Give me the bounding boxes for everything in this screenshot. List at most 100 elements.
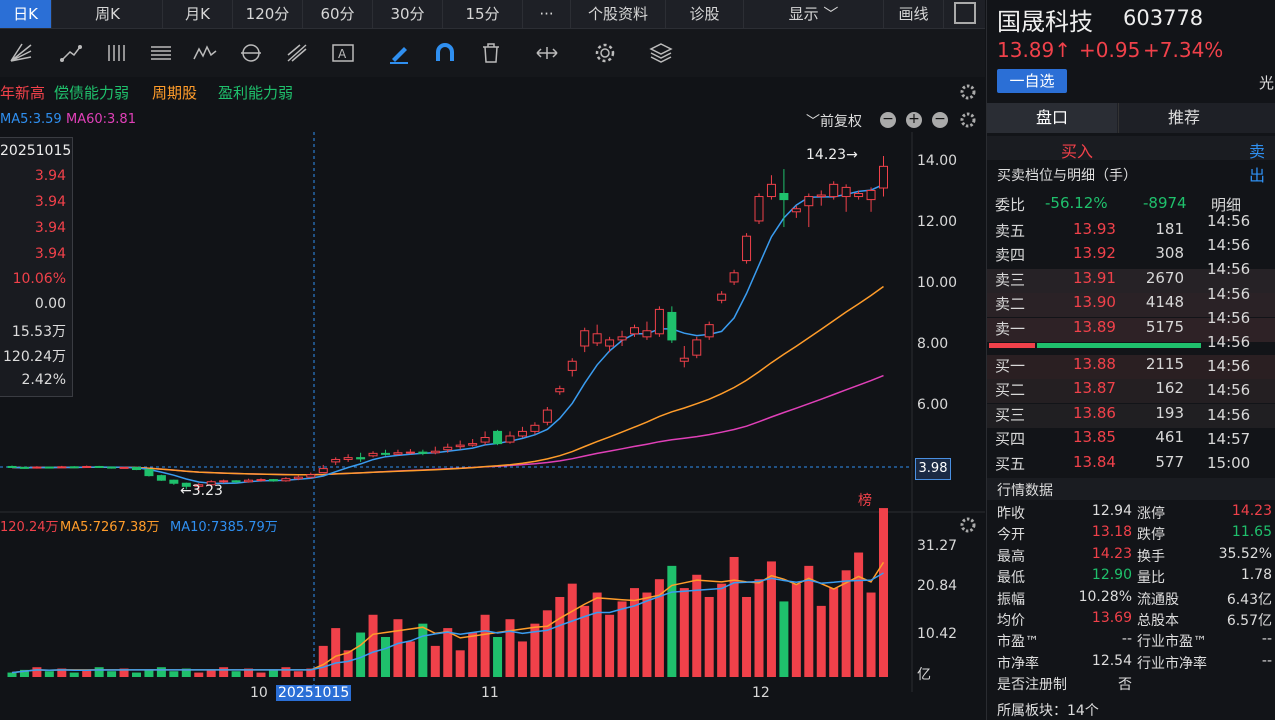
candle-body bbox=[82, 465, 92, 468]
tag-new-high[interactable]: 年新高 bbox=[0, 82, 45, 103]
fan-lines-icon[interactable] bbox=[8, 41, 34, 65]
timeframe-tab-1[interactable]: 周K bbox=[53, 0, 163, 28]
tag-cyclical[interactable]: 周期股 bbox=[152, 82, 197, 103]
market-data-header: 行情数据 bbox=[987, 478, 1275, 500]
wave-icon[interactable] bbox=[192, 41, 218, 65]
text-tool-icon[interactable]: A bbox=[330, 41, 356, 65]
market-field-label: 总股本 bbox=[1137, 613, 1179, 629]
volume-bar bbox=[7, 672, 17, 677]
tag-solvency[interactable]: 偿债能力弱 bbox=[54, 82, 129, 103]
tab-recommend[interactable]: 推荐 bbox=[1118, 103, 1249, 133]
trash-icon[interactable] bbox=[478, 41, 504, 65]
timeframe-tab-7[interactable]: ··· bbox=[523, 0, 571, 28]
candle-body bbox=[443, 446, 453, 451]
zoom-in-icon[interactable]: + bbox=[906, 112, 922, 128]
expand-horizontal-icon[interactable] bbox=[534, 41, 560, 65]
ma60-line bbox=[11, 374, 884, 476]
sell-button[interactable]: 卖出 bbox=[1249, 138, 1275, 186]
settings-gear-icon[interactable] bbox=[592, 41, 618, 65]
candle-body bbox=[766, 183, 776, 198]
market-field-value: 10.28% bbox=[1078, 588, 1132, 605]
level-label: 卖三 bbox=[995, 270, 1026, 289]
date-cursor-label: 20251015 bbox=[276, 685, 352, 701]
market-field-label: 市净率 bbox=[997, 655, 1039, 672]
volume-bar bbox=[816, 605, 826, 677]
vertical-lines-icon[interactable] bbox=[104, 41, 130, 65]
bid-ask-ratio-bar bbox=[987, 343, 1202, 348]
trend-line-icon[interactable] bbox=[58, 41, 84, 65]
market-field-label: 均价 bbox=[997, 613, 1025, 629]
candle-body bbox=[231, 480, 241, 483]
market-field-value: 14.23 bbox=[1231, 503, 1272, 519]
volume-bar bbox=[219, 667, 229, 677]
rank-badge[interactable]: 榜 bbox=[858, 490, 872, 510]
tick-time: 14:56 bbox=[1207, 212, 1251, 230]
drawing-toolbar: A bbox=[0, 29, 985, 77]
candle-body bbox=[480, 437, 490, 443]
volume-bar bbox=[32, 667, 42, 677]
high-price-label: 14.23→ bbox=[806, 147, 858, 163]
candle-body bbox=[293, 476, 303, 480]
volume-bar bbox=[617, 601, 627, 677]
minimize-icon[interactable]: − bbox=[932, 112, 948, 128]
sector-count[interactable]: 所属板块：14个 bbox=[997, 700, 1099, 720]
timeframe-tab-11[interactable]: 画线 bbox=[884, 0, 944, 28]
candle-body bbox=[779, 193, 789, 201]
market-field-label: 行业市净率 bbox=[1137, 655, 1207, 672]
kline-chart[interactable] bbox=[0, 132, 985, 712]
circle-tool-icon[interactable] bbox=[238, 41, 264, 65]
price-tick: 12.00 bbox=[917, 214, 958, 230]
candle-body bbox=[32, 466, 42, 469]
volume-bar bbox=[567, 583, 577, 677]
timeframe-tab-9[interactable]: 诊股 bbox=[666, 0, 744, 28]
gear-icon[interactable] bbox=[958, 515, 978, 535]
tab-pankou[interactable]: 盘口 bbox=[987, 103, 1117, 133]
level-volume: 308 bbox=[1155, 244, 1184, 263]
tick-time: 14:57 bbox=[1207, 429, 1251, 448]
candle-body bbox=[742, 235, 752, 262]
layers-icon[interactable] bbox=[648, 41, 674, 65]
pen-icon[interactable] bbox=[386, 41, 412, 65]
gear-icon[interactable] bbox=[958, 110, 978, 130]
candle-body bbox=[393, 452, 403, 455]
candle-body bbox=[704, 324, 714, 338]
tick-time: 14:56 bbox=[1207, 357, 1251, 376]
timeframe-tab-4[interactable]: 60分 bbox=[303, 0, 373, 28]
info-low: 3.94 bbox=[34, 220, 66, 236]
candle-body bbox=[244, 479, 254, 483]
stock-name: 国晟科技 bbox=[997, 8, 1093, 36]
candle-body bbox=[592, 333, 602, 344]
market-field-value: 6.57亿 bbox=[1226, 613, 1272, 629]
fq-dropdown[interactable]: ﹀前复权 bbox=[806, 111, 862, 131]
fibonacci-icon[interactable] bbox=[284, 41, 310, 65]
timeframe-tab-3[interactable]: 120分 bbox=[233, 0, 303, 28]
volume-bar bbox=[493, 636, 503, 677]
candle-body bbox=[57, 466, 67, 469]
watchlist-button[interactable]: 一自选 bbox=[997, 69, 1067, 93]
volume-bar bbox=[144, 669, 154, 677]
tag-profitability[interactable]: 盈利能力弱 bbox=[218, 82, 293, 103]
volume-bar bbox=[455, 650, 465, 677]
timeframe-tab-5[interactable]: 30分 bbox=[373, 0, 443, 28]
timeframe-tab-8[interactable]: 个股资料 bbox=[571, 0, 666, 28]
vol-tick: 20.84 bbox=[917, 578, 958, 594]
horizontal-lines-icon[interactable] bbox=[148, 41, 174, 65]
level-volume: 4148 bbox=[1145, 293, 1184, 312]
timeframe-tab-10[interactable]: 显示 ﹀ bbox=[744, 0, 884, 28]
info-volume: 15.53万 bbox=[11, 324, 66, 340]
magnet-icon[interactable] bbox=[432, 41, 458, 65]
candle-body bbox=[542, 409, 552, 423]
tick-time: 14:56 bbox=[1207, 333, 1251, 351]
layout-toggle-icon[interactable] bbox=[954, 2, 976, 24]
buy-button[interactable]: 买入 bbox=[1061, 138, 1093, 162]
volume-bar bbox=[268, 669, 278, 677]
volume-bar bbox=[592, 592, 602, 677]
price-tick: 10.00 bbox=[917, 275, 958, 291]
timeframe-tab-0[interactable]: 日K bbox=[0, 0, 52, 28]
volume-bar bbox=[742, 596, 752, 677]
gear-icon[interactable] bbox=[958, 82, 978, 102]
timeframe-tab-6[interactable]: 15分 bbox=[443, 0, 523, 28]
timeframe-tab-2[interactable]: 月K bbox=[163, 0, 233, 28]
stock-change: +0.95 bbox=[1079, 38, 1141, 62]
zoom-out-icon[interactable]: − bbox=[880, 112, 896, 128]
